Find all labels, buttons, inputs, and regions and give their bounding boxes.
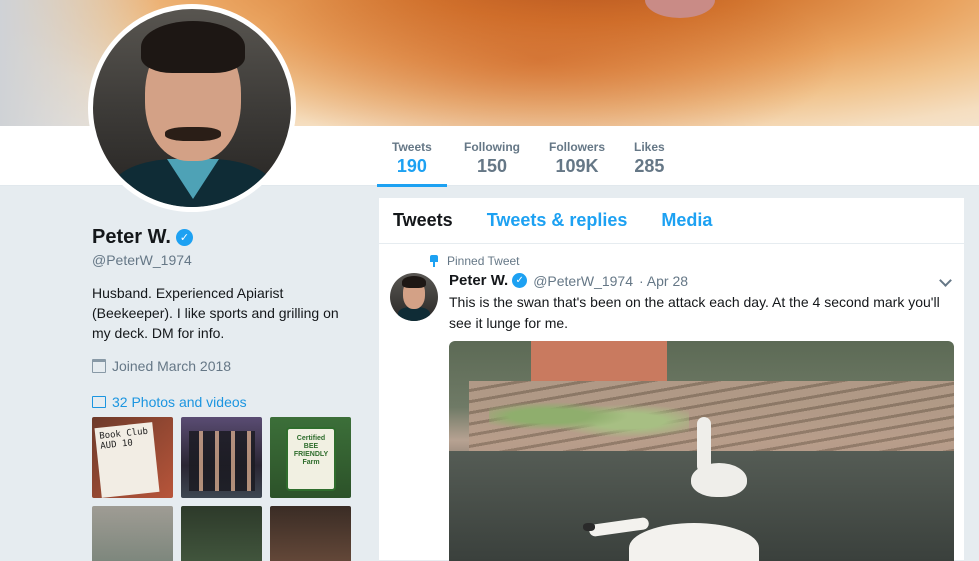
- stat-value: 109K: [555, 156, 599, 176]
- stat-value: 150: [476, 156, 508, 176]
- avatar-shirt: [398, 307, 430, 321]
- avatar-hair: [402, 276, 426, 288]
- stat-likes[interactable]: Likes 285: [634, 140, 665, 177]
- stat-value: 285: [634, 156, 665, 176]
- swan: [683, 413, 747, 501]
- stat-label: Tweets: [392, 140, 432, 154]
- photo-thumb[interactable]: [181, 506, 262, 561]
- tweet-handle[interactable]: @PeterW_1974: [533, 273, 633, 289]
- pinned-text: Pinned Tweet: [447, 254, 520, 268]
- stat-label: Likes: [634, 140, 665, 154]
- stat-following[interactable]: Following 150: [464, 140, 520, 177]
- tab-tweets[interactable]: Tweets: [393, 210, 453, 231]
- swan-body: [629, 523, 759, 561]
- photo-thumb[interactable]: [92, 506, 173, 561]
- banner-fur: [240, 0, 840, 126]
- tab-media[interactable]: Media: [661, 210, 712, 231]
- profile-bio: Husband. Experienced Apiarist (Beekeeper…: [92, 285, 339, 341]
- profile-avatar[interactable]: [88, 4, 296, 212]
- profile-name[interactable]: Peter W.: [92, 226, 171, 249]
- profile-name-row: Peter W. ✓: [92, 226, 193, 249]
- stat-value: 190: [396, 156, 427, 176]
- stat-label: Following: [464, 140, 520, 154]
- calendar-icon: [92, 359, 106, 373]
- profile-handle[interactable]: @PeterW_1974: [92, 252, 192, 268]
- timeline-tabs: Tweets Tweets & replies Media: [379, 198, 964, 244]
- photos-link-text: 32 Photos and videos: [112, 394, 247, 410]
- chevron-down-icon[interactable]: [939, 274, 952, 287]
- tweet-video[interactable]: [449, 341, 954, 561]
- photo-grid: Book Club AUD 10 Certified BEE FRIENDLY …: [92, 417, 351, 561]
- tweet-author[interactable]: Peter W.: [449, 272, 508, 289]
- photo-thumb[interactable]: Book Club AUD 10: [92, 417, 173, 498]
- video-orange-box: [531, 341, 667, 381]
- verified-badge-icon: ✓: [512, 273, 528, 288]
- photos-link[interactable]: 32 Photos and videos: [92, 394, 247, 410]
- verified-badge-icon: ✓: [175, 229, 193, 246]
- tweet-avatar[interactable]: [390, 273, 438, 321]
- bee-friendly-sign: Certified BEE FRIENDLY Farm: [286, 427, 336, 491]
- stat-tweets[interactable]: Tweets 190: [377, 140, 447, 187]
- tweet-header: Peter W. ✓ @PeterW_1974 · Apr 28: [449, 272, 688, 289]
- photo-icon: [92, 396, 106, 408]
- photo-thumb[interactable]: [270, 506, 351, 561]
- video-leaves: [489, 391, 689, 441]
- timeline: Tweets Tweets & replies Media Pinned Twe…: [378, 197, 965, 561]
- ticket-text: Book Club AUD 10: [94, 422, 160, 498]
- tab-tweets-replies[interactable]: Tweets & replies: [487, 210, 628, 231]
- stat-followers[interactable]: Followers 109K: [549, 140, 605, 177]
- swan-neck: [697, 417, 711, 473]
- avatar-hair: [141, 21, 245, 73]
- pinned-label: Pinned Tweet: [429, 254, 520, 268]
- group-photo: [189, 431, 255, 491]
- pin-icon: [429, 255, 439, 267]
- tweet-date[interactable]: · Apr 28: [639, 273, 688, 289]
- swan-beak: [583, 523, 595, 531]
- tweet-text: This is the swan that's been on the atta…: [449, 294, 940, 331]
- photo-thumb[interactable]: Certified BEE FRIENDLY Farm: [270, 417, 351, 498]
- joined-text: Joined March 2018: [112, 358, 232, 374]
- joined-date: Joined March 2018: [92, 358, 231, 374]
- avatar-mustache: [165, 127, 221, 141]
- stat-label: Followers: [549, 140, 606, 154]
- photo-thumb[interactable]: [181, 417, 262, 498]
- swan: [583, 513, 759, 561]
